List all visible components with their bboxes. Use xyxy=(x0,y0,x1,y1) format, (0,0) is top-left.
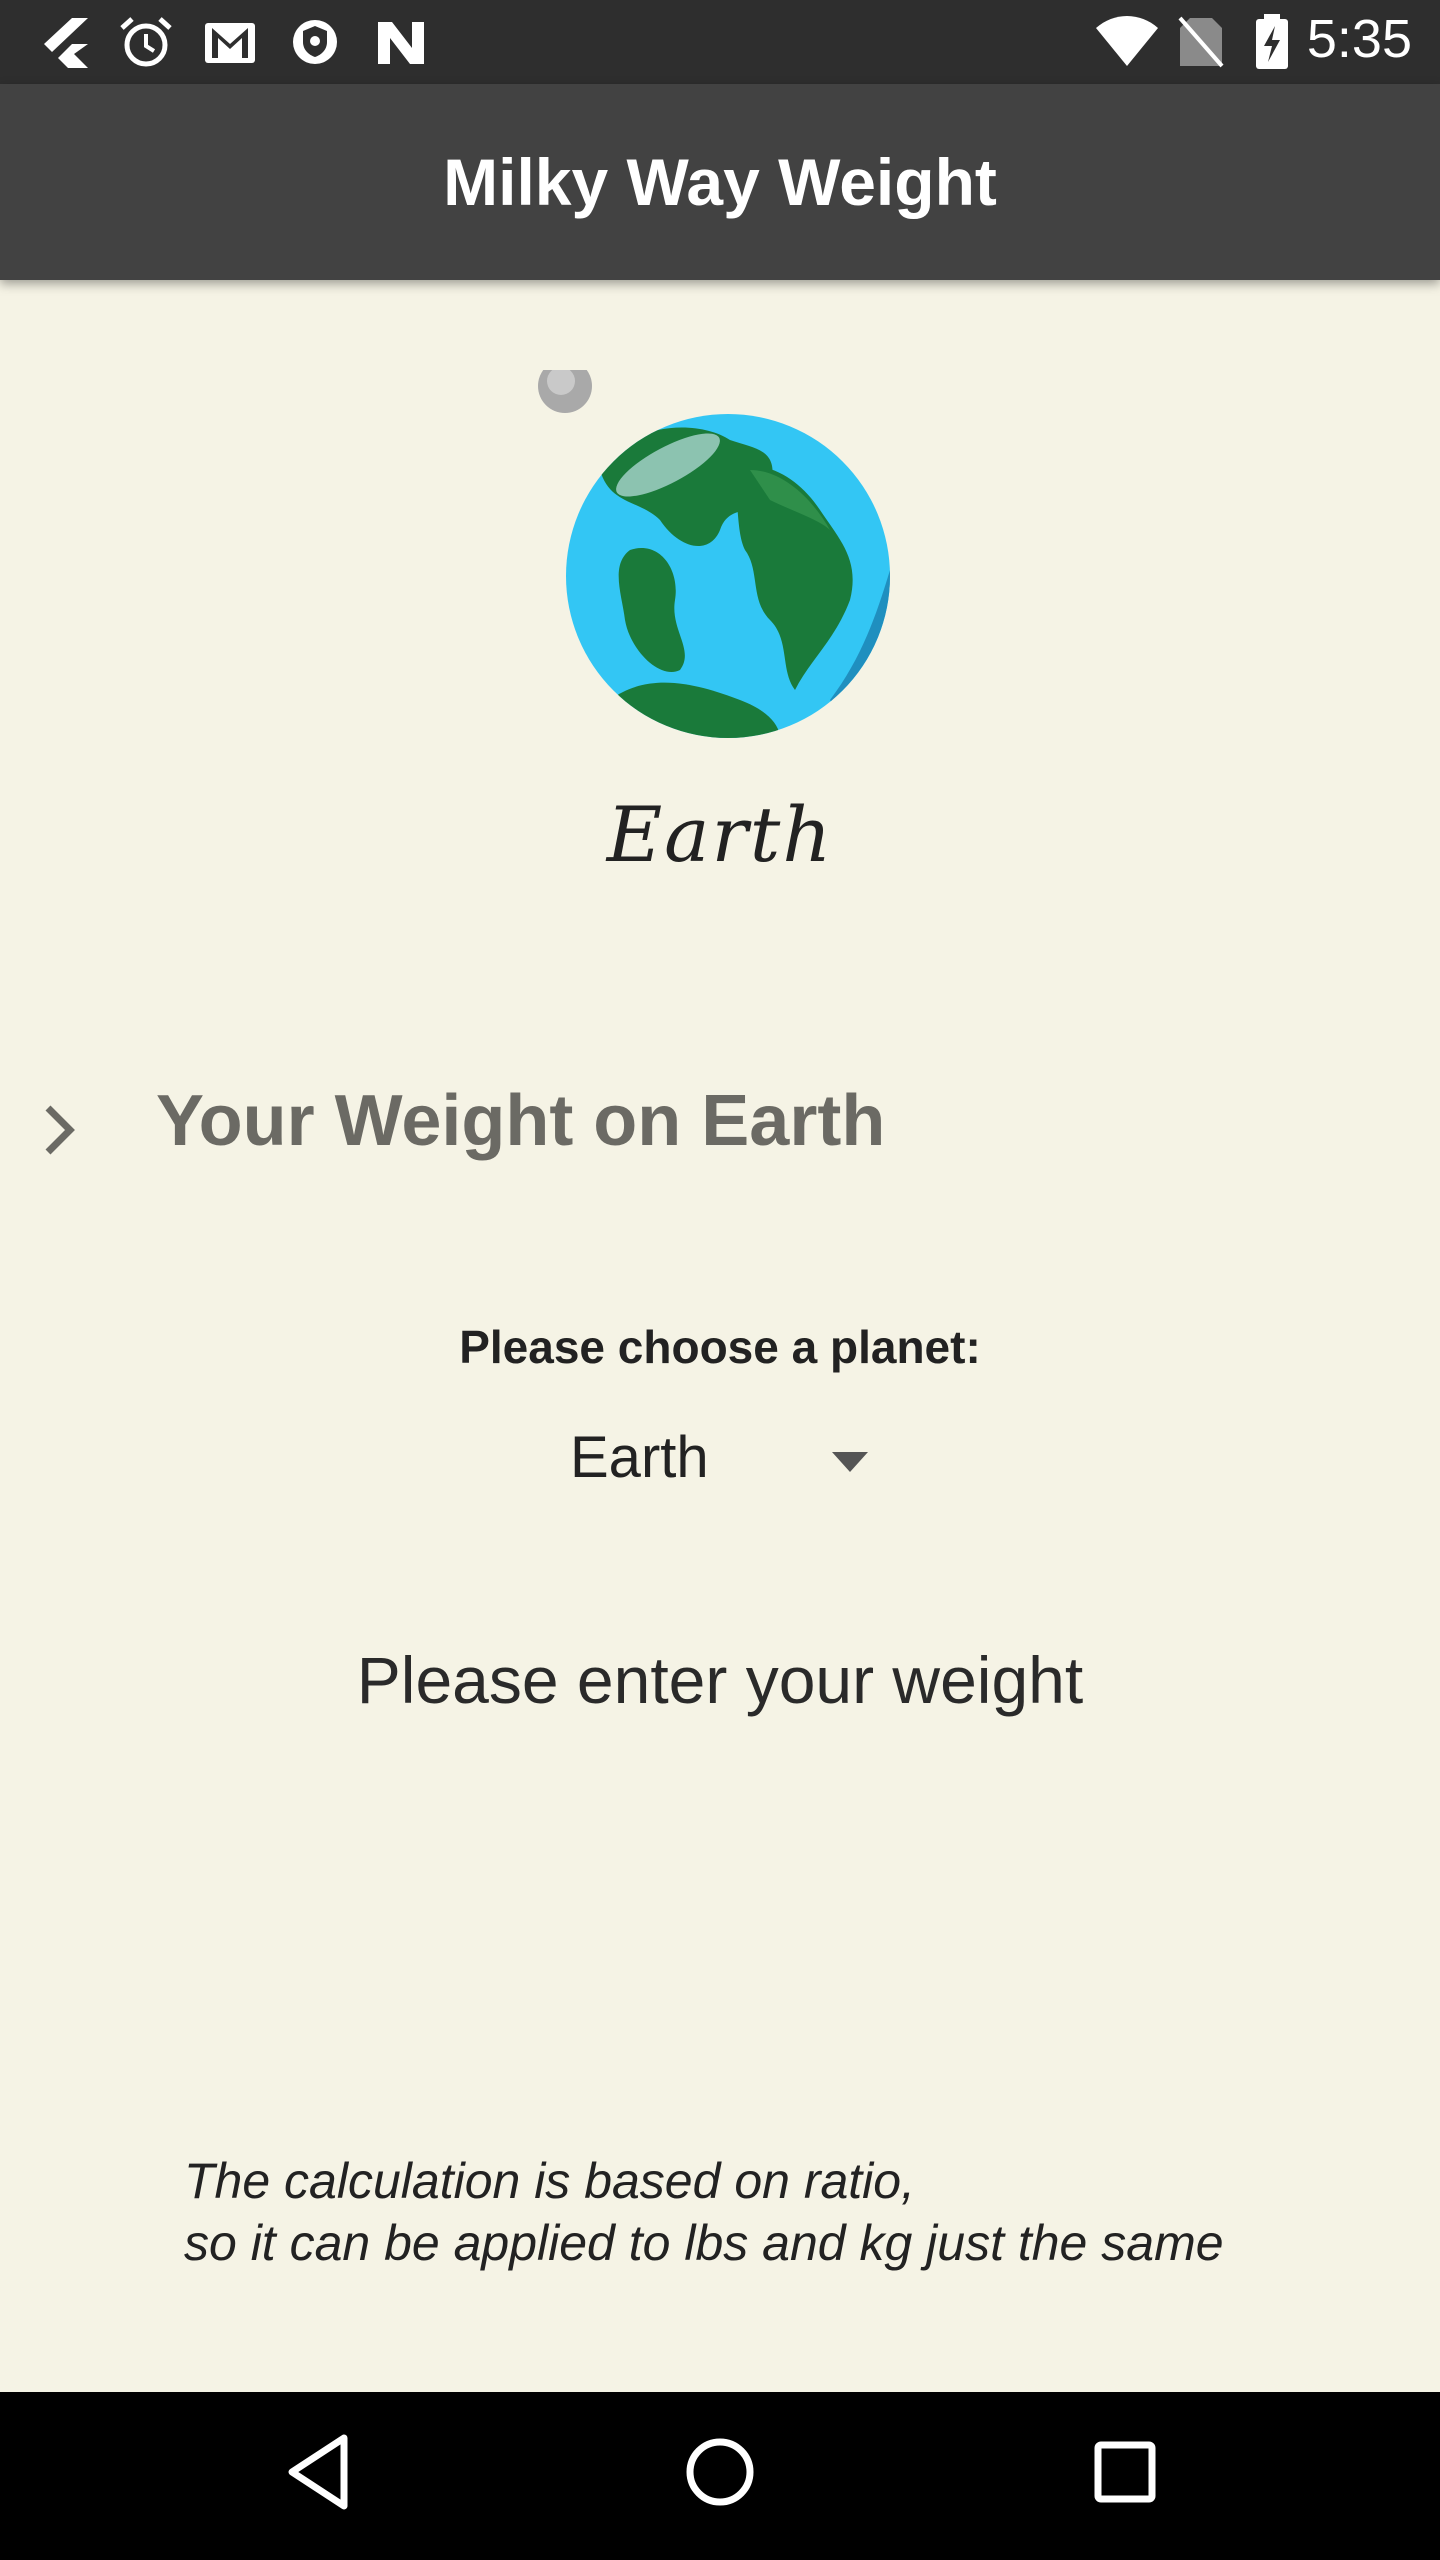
n-icon xyxy=(378,22,424,64)
home-icon[interactable] xyxy=(680,2432,760,2512)
recents-icon[interactable] xyxy=(1092,2432,1158,2512)
navigation-bar xyxy=(0,2392,1440,2560)
planet-choose-label: Please choose a planet: xyxy=(459,1321,981,1373)
app-screen: 5:35 Milky Way Weight Earth Your Weight … xyxy=(0,0,1440,2560)
wifi-icon xyxy=(1096,16,1158,66)
no-sim-icon xyxy=(1178,16,1224,68)
status-time: 5:35 xyxy=(1306,9,1412,69)
status-bar: 5:35 xyxy=(0,0,1440,84)
alarm-icon xyxy=(120,17,172,67)
gmail-icon xyxy=(205,23,255,63)
app-title: Milky Way Weight xyxy=(443,145,997,219)
calculation-note: The calculation is based on ratio, so it… xyxy=(184,2150,1384,2274)
battery-charging-icon xyxy=(1256,14,1288,69)
planet-name: Earth xyxy=(606,790,834,879)
main-content: Earth Your Weight on Earth Please choose… xyxy=(0,280,1440,2392)
planet-dropdown-value: Earth xyxy=(570,1425,709,1490)
weight-input-underline xyxy=(0,1040,1440,1210)
flutter-icon xyxy=(44,18,88,68)
note-line-1: The calculation is based on ratio, xyxy=(184,2153,915,2209)
app-bar: Milky Way Weight xyxy=(0,84,1440,280)
planet-dropdown[interactable]: Earth xyxy=(550,1420,870,1520)
dropdown-arrow-icon xyxy=(832,1452,868,1472)
earth-planet-icon xyxy=(538,370,890,738)
note-line-2: so it can be applied to lbs and kg just … xyxy=(184,2215,1224,2271)
shield-icon xyxy=(293,20,337,64)
weight-prompt: Please enter your weight xyxy=(356,1643,1084,1717)
back-icon[interactable] xyxy=(284,2432,352,2512)
